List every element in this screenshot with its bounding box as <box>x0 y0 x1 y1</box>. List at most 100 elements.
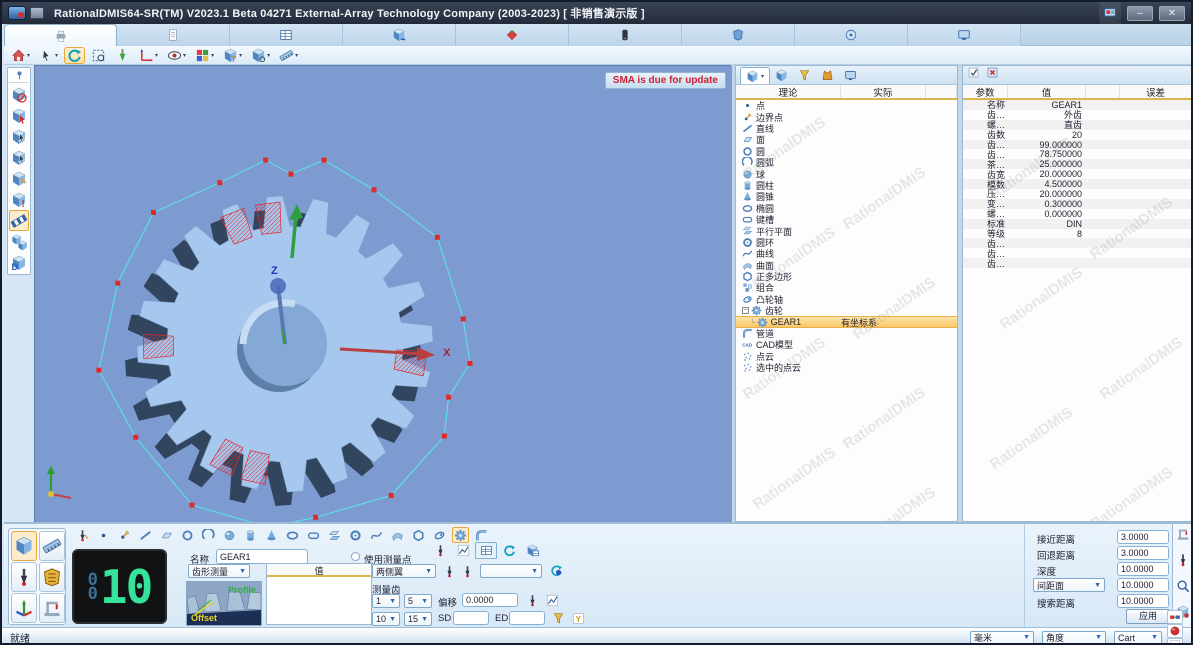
app-tab-diamond[interactable] <box>456 24 569 46</box>
app-tab-printer[interactable] <box>4 24 117 46</box>
left-tool-cube-multi[interactable] <box>9 231 29 252</box>
mode-button-shield-gold[interactable] <box>39 562 65 592</box>
left-tool-cube-cursor2[interactable] <box>9 147 29 168</box>
tree-tab-solids[interactable]: ▾ <box>740 67 771 84</box>
left-tool-cube-excl[interactable]: ! <box>9 189 29 210</box>
mode-button-xyz-axes[interactable] <box>11 593 37 623</box>
shape-gear-button[interactable] <box>452 527 469 543</box>
marquee-tool-button[interactable] <box>88 47 109 64</box>
field-input-间距面[interactable] <box>1117 578 1169 592</box>
shape-cylinder-button[interactable] <box>242 527 259 543</box>
strip-magnifier-button[interactable] <box>1176 579 1190 598</box>
column-actual[interactable]: 实际 <box>841 85 926 99</box>
palette-tool-button[interactable]: ▾ <box>192 47 217 64</box>
record-box-tool-button[interactable]: ▾ <box>248 47 273 64</box>
shape-arc-button[interactable] <box>200 527 217 543</box>
probe-black-button[interactable] <box>441 564 458 579</box>
text-tool-tool-button[interactable]: T ▾ <box>220 47 245 64</box>
shape-ellipse-button[interactable] <box>284 527 301 543</box>
tree-item-直线[interactable]: 直线 <box>736 123 957 134</box>
shape-line-button[interactable] <box>137 527 154 543</box>
minimize-button[interactable]: – <box>1127 5 1153 21</box>
flank-select[interactable]: 两侧翼 ▼ <box>372 564 436 578</box>
shape-boundary-point-button[interactable] <box>116 527 133 543</box>
value-list[interactable]: 值 <box>266 563 372 625</box>
sd-input[interactable] <box>453 611 489 625</box>
column-value[interactable]: 值 <box>1008 85 1086 99</box>
view-tab-mini-table[interactable] <box>475 542 497 559</box>
status-sphere-red-icon[interactable] <box>1167 623 1183 638</box>
funnel-button[interactable] <box>550 611 567 626</box>
field-input-接近距离[interactable] <box>1117 530 1169 544</box>
rotate-tool-button[interactable] <box>64 46 86 64</box>
refresh-button[interactable] <box>548 563 565 578</box>
app-tab-cube-arrow[interactable] <box>343 24 456 46</box>
probe-red-button[interactable] <box>459 564 476 579</box>
shape-torus-button[interactable] <box>347 527 364 543</box>
measure-tool-button[interactable]: ▾ <box>276 47 301 64</box>
field-input-深度[interactable] <box>1117 562 1169 576</box>
gamepad-button[interactable] <box>1099 2 1121 6</box>
angle-select[interactable]: 角度 ▼ <box>1042 630 1106 643</box>
shape-plane-button[interactable] <box>158 527 175 543</box>
param-close-icon[interactable] <box>986 66 999 84</box>
tooth-select-4[interactable]: 15 ▼ <box>404 612 432 626</box>
measure-type-select[interactable]: 齿形测量 ▼ <box>188 564 250 578</box>
pin-icon[interactable] <box>9 69 29 83</box>
shape-pipe-button[interactable] <box>473 527 490 543</box>
probe-select[interactable]: ▼ <box>480 564 542 578</box>
shape-surface-button[interactable] <box>389 527 406 543</box>
shape-cone-button[interactable] <box>263 527 280 543</box>
left-tool-cube-pencil[interactable] <box>9 168 29 189</box>
shape-sphere-button[interactable] <box>221 527 238 543</box>
ed-input[interactable] <box>509 611 545 625</box>
app-tab-shield[interactable] <box>682 24 795 46</box>
shape-polygon-button[interactable] <box>410 527 427 543</box>
mode-button-caliper[interactable] <box>39 531 65 561</box>
tooth-select-2[interactable]: 5 ▼ <box>404 594 432 608</box>
left-tool-ruler-blue[interactable] <box>9 210 29 231</box>
app-tab-table[interactable] <box>230 24 343 46</box>
shape-point-button[interactable] <box>95 527 112 543</box>
offset-input[interactable] <box>462 593 518 607</box>
cursor-tool-button[interactable]: ▾ <box>36 47 61 64</box>
app-tab-document[interactable] <box>117 24 230 46</box>
viewport-3d[interactable]: XZ SMA is due for update <box>34 65 732 530</box>
shape-circle-button[interactable] <box>179 527 196 543</box>
shape-parallel-planes-button[interactable] <box>326 527 343 543</box>
spacing-plane-select[interactable]: 间距面 ▼ <box>1033 578 1105 592</box>
param-check-icon[interactable] <box>967 66 980 84</box>
left-tool-cube-cursor-red[interactable] <box>9 105 29 126</box>
column-parameter[interactable]: 参数 <box>963 85 1008 99</box>
mode-button-probe-black[interactable] <box>11 562 37 592</box>
column-theory[interactable]: 理论 <box>736 85 841 99</box>
tooth-select-1[interactable]: 1 ▼ <box>372 594 400 608</box>
menu-icon[interactable] <box>30 7 44 19</box>
status-y-tool-icon[interactable]: Y <box>1167 637 1183 643</box>
shape-curve-button[interactable] <box>368 527 385 543</box>
view-tab-probe-red[interactable] <box>429 542 451 559</box>
shape-camshaft-button[interactable] <box>431 527 448 543</box>
column-error[interactable]: 误差 <box>1120 85 1191 99</box>
tree-item-圆弧[interactable]: 圆弧 <box>736 157 957 168</box>
app-tab-disc[interactable] <box>795 24 908 46</box>
tree-tab-cube[interactable] <box>770 67 793 84</box>
tree-item-面[interactable]: 面 <box>736 134 957 145</box>
mode-button-cube-solid[interactable] <box>11 531 37 561</box>
view-tab-chart[interactable] <box>452 542 474 559</box>
left-tool-cube-no[interactable] <box>9 84 29 105</box>
shape-slot-button[interactable] <box>305 527 322 543</box>
shape-probe-pencil-button[interactable] <box>74 527 91 543</box>
left-tool-cube-d[interactable]: D <box>9 252 29 273</box>
app-tab-device[interactable] <box>569 24 682 46</box>
probe-green-tool-button[interactable] <box>112 47 133 64</box>
view-tab-cube-table[interactable] <box>521 542 543 559</box>
app-tab-monitor[interactable] <box>908 24 1021 46</box>
tree-item-选中的点云[interactable]: 选中的点云 <box>736 362 957 373</box>
y-tool-button[interactable]: Y <box>570 611 587 626</box>
tooth-select-3[interactable]: 10 ▼ <box>372 612 400 626</box>
mode-button-machine[interactable] <box>39 593 65 623</box>
param-row[interactable]: 齿… <box>963 258 1191 269</box>
coord-select[interactable]: Cart ▼ <box>1114 630 1162 643</box>
chart-button[interactable] <box>544 593 561 608</box>
